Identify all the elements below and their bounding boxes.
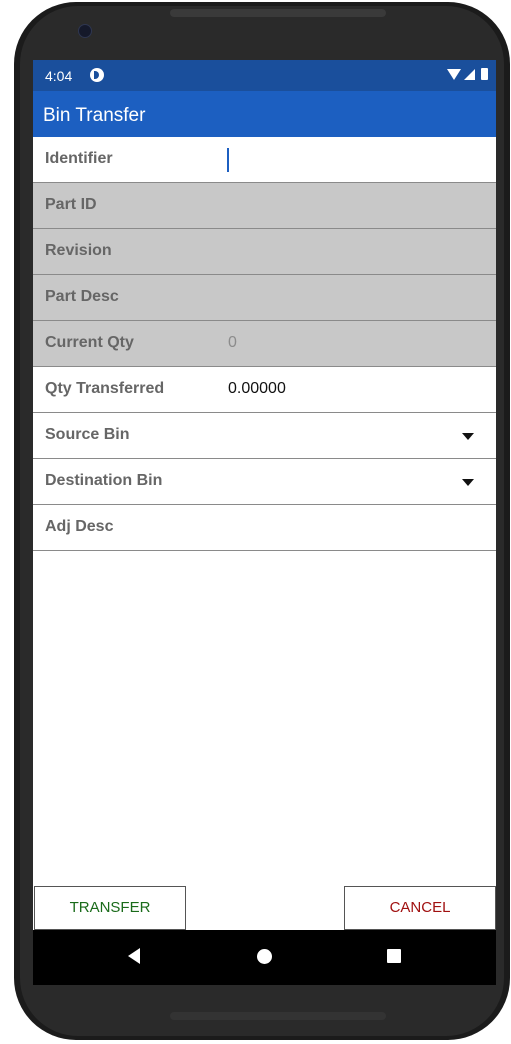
part-desc-field: Part Desc bbox=[33, 275, 496, 321]
screen: 4:04 Bin Transfer Identifier Part ID Rev… bbox=[33, 60, 496, 985]
revision-field: Revision bbox=[33, 229, 496, 275]
qty-transferred-field[interactable]: Qty Transferred 0.00000 bbox=[33, 367, 496, 413]
identifier-field[interactable]: Identifier bbox=[33, 137, 496, 183]
destination-bin-dropdown[interactable]: Destination Bin bbox=[33, 459, 496, 505]
current-qty-label: Current Qty bbox=[45, 334, 134, 351]
home-icon[interactable] bbox=[257, 949, 272, 964]
status-bar: 4:04 bbox=[33, 60, 496, 91]
status-time: 4:04 bbox=[45, 68, 73, 84]
page-title: Bin Transfer bbox=[43, 105, 146, 126]
wifi-icon bbox=[447, 68, 461, 80]
chevron-down-icon[interactable] bbox=[462, 479, 474, 486]
part-id-label: Part ID bbox=[45, 196, 97, 213]
qty-transferred-label: Qty Transferred bbox=[45, 380, 165, 397]
camera-icon bbox=[78, 24, 92, 38]
part-desc-label: Part Desc bbox=[45, 288, 119, 305]
cancel-button[interactable]: CANCEL bbox=[344, 886, 496, 930]
phone-frame: 4:04 Bin Transfer Identifier Part ID Rev… bbox=[0, 0, 511, 1044]
back-icon[interactable] bbox=[128, 948, 140, 964]
revision-label: Revision bbox=[45, 242, 112, 259]
signal-icon bbox=[464, 68, 475, 80]
bottom-speaker bbox=[170, 1012, 386, 1020]
app-bar: Bin Transfer bbox=[33, 91, 496, 137]
recents-icon[interactable] bbox=[387, 949, 401, 963]
adj-desc-field[interactable]: Adj Desc bbox=[33, 505, 496, 551]
speaker-grille bbox=[170, 9, 386, 17]
app-notification-icon bbox=[90, 68, 104, 82]
identifier-label: Identifier bbox=[45, 150, 113, 167]
qty-transferred-input[interactable]: 0.00000 bbox=[228, 380, 286, 398]
system-nav-bar bbox=[33, 930, 496, 985]
current-qty-value: 0 bbox=[228, 334, 237, 351]
current-qty-field: Current Qty 0 bbox=[33, 321, 496, 367]
adj-desc-label: Adj Desc bbox=[45, 518, 114, 535]
source-bin-dropdown[interactable]: Source Bin bbox=[33, 413, 496, 459]
status-icons bbox=[447, 68, 488, 80]
source-bin-label: Source Bin bbox=[45, 426, 130, 443]
part-id-field: Part ID bbox=[33, 183, 496, 229]
text-cursor bbox=[227, 148, 229, 172]
bin-transfer-form: Identifier Part ID Revision Part Desc Cu… bbox=[33, 137, 496, 551]
battery-icon bbox=[481, 68, 488, 80]
chevron-down-icon[interactable] bbox=[462, 433, 474, 440]
transfer-button[interactable]: TRANSFER bbox=[34, 886, 186, 930]
destination-bin-label: Destination Bin bbox=[45, 472, 163, 489]
